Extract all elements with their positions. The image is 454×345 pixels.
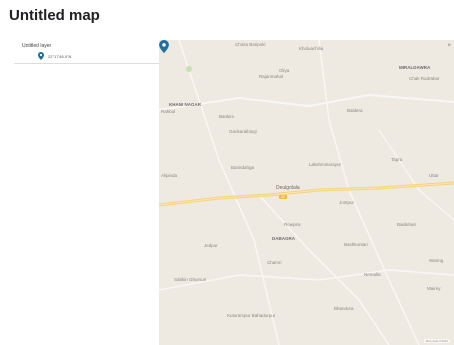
place-label: Banirdahga — [231, 165, 255, 170]
place-label: Lakshminarayur — [309, 162, 342, 167]
place-label: Chinta Baripoki — [235, 42, 266, 47]
map-title[interactable]: Untitled map — [9, 7, 100, 24]
layer-item-label: 22°17'46.0"N — [48, 53, 72, 59]
place-label: Sabkin Ghursuri — [174, 277, 207, 282]
layer-panel: Untitled layer 22°17'46.0"N — [22, 43, 152, 60]
place-label: Kholuachilia — [299, 46, 324, 51]
place-label: Tapra — [391, 157, 403, 162]
layer-name[interactable]: Untitled layer — [22, 43, 152, 49]
place-label: Nemalla — [364, 272, 381, 277]
place-label: Rahbul — [161, 109, 176, 114]
place-label: Jedpur — [204, 243, 218, 248]
close-icon[interactable]: × — [447, 43, 451, 49]
place-label: Chamri — [267, 260, 282, 265]
map-pin-icon — [38, 52, 44, 60]
place-label: Oliya — [279, 68, 290, 73]
place-label: Bankim — [219, 114, 235, 119]
place-label: Baidehari — [397, 222, 417, 227]
place-label: Waring — [429, 258, 444, 263]
map-attribution[interactable]: Map data ©2023 — [423, 339, 450, 343]
road-shield: 22 — [279, 195, 287, 199]
place-label: Garikaralbingi — [229, 129, 257, 134]
place-label: Chak Rudrabar — [409, 76, 440, 81]
place-label: Baldera — [347, 108, 363, 113]
map-pin-icon[interactable] — [159, 40, 169, 53]
place-label: KHANI NAGAR — [169, 102, 201, 107]
place-label: Bhandora — [334, 306, 354, 311]
place-label: Jontpur — [339, 200, 355, 205]
place-label: Rajanmahal — [259, 74, 284, 79]
place-label: Alipinda — [161, 173, 178, 178]
place-label: Kuturampur Bahadurpur — [227, 313, 276, 318]
place-label: MIRALDAWRA — [399, 65, 431, 70]
place-label: Bashkuntari — [344, 242, 368, 247]
map-roads — [159, 40, 454, 345]
place-label: Rowpira — [284, 222, 301, 227]
map-canvas[interactable]: Chinta Baripoki Kholuachilia Oliya Rajan… — [159, 40, 454, 345]
place-label: Deulgolala — [276, 185, 300, 191]
place-label: Uttar — [429, 173, 439, 178]
layer-item[interactable]: 22°17'46.0"N — [38, 52, 152, 60]
place-label: DABAGRA — [272, 236, 295, 241]
place-label: Mairey — [427, 286, 441, 291]
panel-divider — [14, 63, 159, 64]
